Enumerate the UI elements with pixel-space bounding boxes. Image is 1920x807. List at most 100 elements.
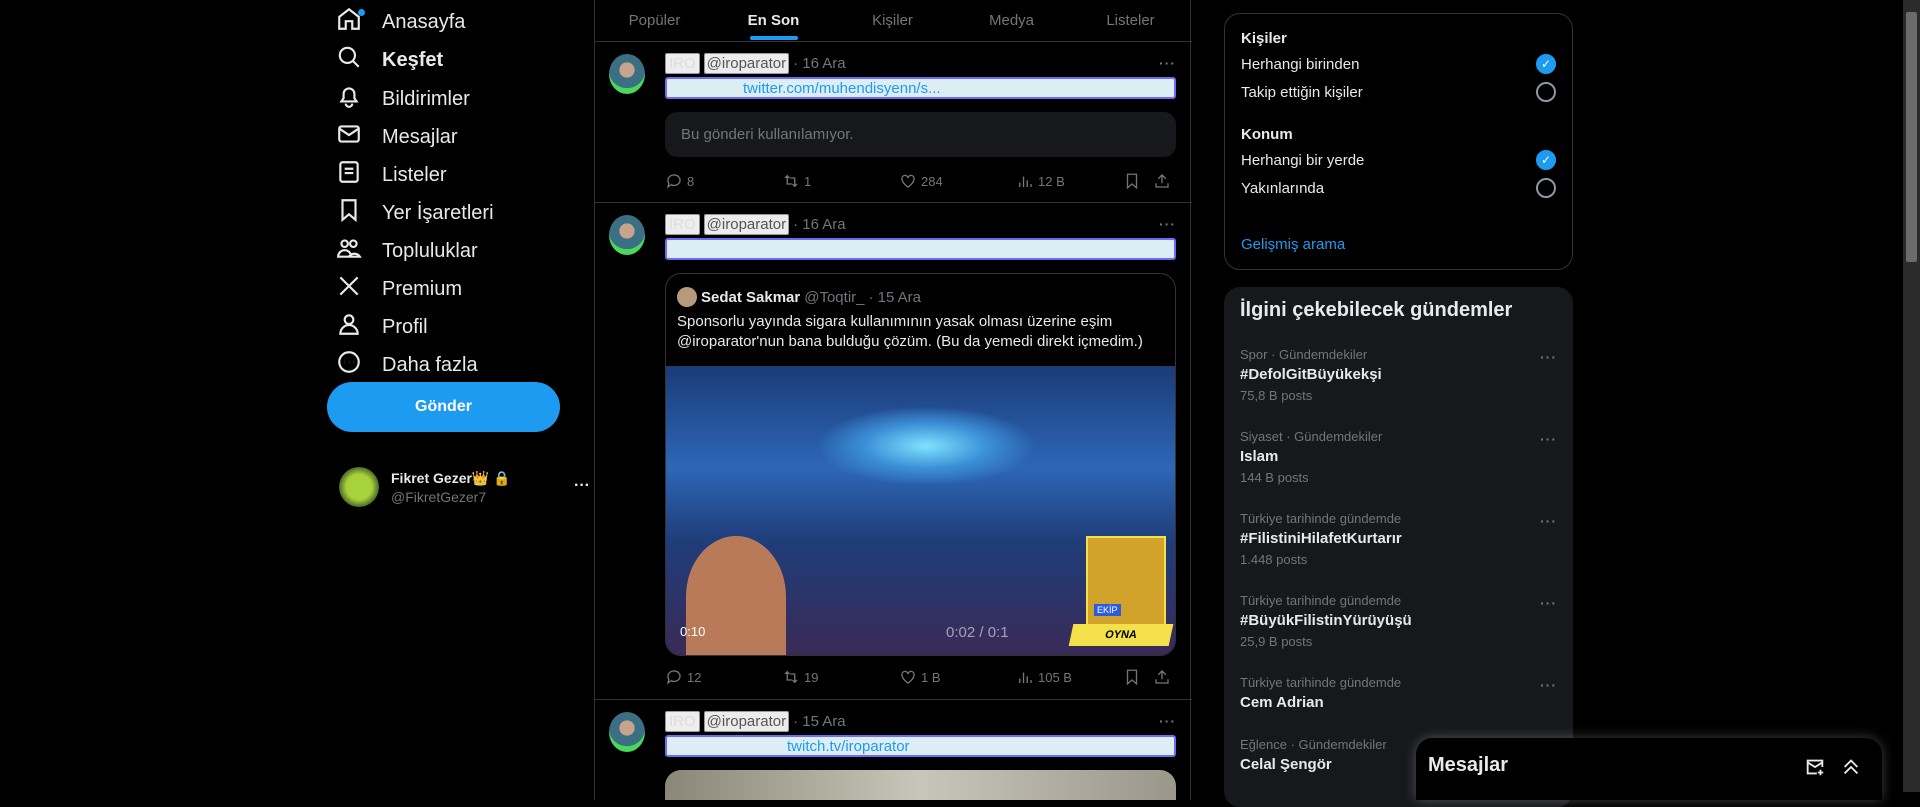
trend-item[interactable]: Türkiye tarihinde gündemde #FilistiniHila… <box>1240 511 1557 567</box>
tweet-image[interactable] <box>665 770 1176 800</box>
share-button[interactable] <box>1153 172 1171 190</box>
more-icon[interactable]: ··· <box>1159 55 1176 71</box>
filter-option[interactable]: Herhangi bir yerde ✓ <box>1241 150 1556 170</box>
filter-option[interactable]: Herhangi birinden ✓ <box>1241 54 1556 74</box>
account-switcher[interactable]: Fikret Gezer👑 🔒 @FikretGezer7 ··· <box>339 467 590 507</box>
nav-more[interactable]: Daha fazla <box>336 345 478 385</box>
heart-icon <box>901 174 915 188</box>
retweet-button[interactable]: 1 <box>782 172 899 190</box>
display-name[interactable]: IRO <box>665 53 700 74</box>
tab-latest[interactable]: En Son <box>714 0 833 40</box>
more-icon[interactable]: ··· <box>574 477 590 495</box>
filter-option[interactable]: Takip ettiğin kişiler <box>1241 82 1556 102</box>
more-icon[interactable]: ··· <box>1159 713 1176 729</box>
person-icon <box>336 311 362 343</box>
redacted-text <box>665 238 1176 260</box>
nav-label: Keşfet <box>382 48 444 71</box>
share-button[interactable] <box>1153 668 1171 686</box>
share-icon <box>1155 174 1169 188</box>
lock-icon: 🔒 <box>493 470 511 486</box>
bookmark-icon <box>1126 173 1138 190</box>
more-icon[interactable]: ··· <box>1540 349 1557 365</box>
nav-bookmarks[interactable]: Yer İşaretleri <box>336 193 494 233</box>
scrollbar-thumb[interactable] <box>1906 12 1917 262</box>
quoted-tweet[interactable]: Sedat Sakmar @Toqtir_ · 15 Ara Sponsorlu… <box>665 273 1176 656</box>
nav-communities[interactable]: Topluluklar <box>336 231 478 271</box>
handle[interactable]: @iroparator <box>703 53 790 74</box>
expand-icon[interactable] <box>1840 756 1862 778</box>
radio-checked-icon[interactable]: ✓ <box>1536 150 1556 170</box>
send-button[interactable]: Gönder <box>327 382 560 432</box>
trend-item[interactable]: Türkiye tarihinde gündemde Cem Adrian ··· <box>1240 675 1557 711</box>
nav-profile[interactable]: Profil <box>336 307 428 347</box>
tweet-link[interactable]: twitch.tv/iroparator <box>787 738 910 755</box>
date[interactable]: · 15 Ara <box>793 713 846 730</box>
bell-icon <box>336 83 362 115</box>
views-button[interactable]: 105 B <box>1016 668 1133 686</box>
more-icon[interactable]: ··· <box>1540 431 1557 447</box>
handle[interactable]: @iroparator <box>703 711 790 732</box>
trends-panel: İlgini çekebilecek gündemler Spor · Günd… <box>1224 287 1573 807</box>
more-icon[interactable]: ··· <box>1159 216 1176 232</box>
messages-drawer[interactable]: Mesajlar <box>1416 738 1882 800</box>
video-player[interactable]: EKİP OYNA 0:10 0:02 / 0:1 <box>666 366 1175 655</box>
like-button[interactable]: 284 <box>899 172 1016 190</box>
views-button[interactable]: 12 B <box>1016 172 1133 190</box>
filter-location-title: Konum <box>1241 126 1293 143</box>
bookmark-button[interactable] <box>1123 172 1141 190</box>
trend-item[interactable]: Spor · Gündemdekiler #DefolGitBüyükekşi 75… <box>1240 347 1557 403</box>
reply-button[interactable]: 8 <box>665 172 782 190</box>
avatar[interactable] <box>609 712 645 752</box>
display-name[interactable]: IRO <box>665 214 700 235</box>
avatar[interactable] <box>609 54 645 94</box>
avatar[interactable] <box>609 215 645 255</box>
account-name: Fikret Gezer👑 🔒 <box>391 470 511 486</box>
views-icon <box>1019 672 1032 683</box>
tab-media[interactable]: Medya <box>952 0 1071 40</box>
divider <box>595 202 1192 203</box>
tab-lists[interactable]: Listeler <box>1071 0 1190 40</box>
handle[interactable]: @iroparator <box>703 214 790 235</box>
radio-icon[interactable] <box>1536 82 1556 102</box>
trend-item[interactable]: Türkiye tarihinde gündemde #BüyükFilistin… <box>1240 593 1557 649</box>
divider <box>595 41 1192 42</box>
advanced-search-link[interactable]: Gelişmiş arama <box>1241 236 1345 253</box>
display-name[interactable]: IRO <box>665 711 700 732</box>
nav-label: Topluluklar <box>382 239 478 262</box>
more-icon[interactable]: ··· <box>1540 513 1557 529</box>
date[interactable]: · 16 Ara <box>793 55 846 72</box>
radio-icon[interactable] <box>1536 178 1556 198</box>
nav-label: Mesajlar <box>382 125 458 148</box>
tweet-link[interactable]: twitter.com/muhendisyenn/s... <box>743 80 941 97</box>
like-button[interactable]: 1 B <box>899 668 1016 686</box>
account-handle: @FikretGezer7 <box>391 489 487 505</box>
filter-option[interactable]: Yakınlarında <box>1241 178 1556 198</box>
nav-premium[interactable]: Premium <box>336 269 462 309</box>
filter-people-title: Kişiler <box>1241 30 1287 47</box>
quoted-text: Sponsorlu yayında sigara kullanımının ya… <box>677 313 1143 350</box>
trend-item[interactable]: Siyaset · Gündemdekiler Islam 144 B posts ·… <box>1240 429 1557 485</box>
scrollbar[interactable] <box>1903 0 1920 792</box>
more-icon[interactable]: ··· <box>1540 595 1557 611</box>
nav-notifications[interactable]: Bildirimler <box>336 79 470 119</box>
new-message-icon[interactable] <box>1804 756 1826 778</box>
tab-people[interactable]: Kişiler <box>833 0 952 40</box>
nav-label: Premium <box>382 277 463 300</box>
radio-checked-icon[interactable]: ✓ <box>1536 54 1556 74</box>
nav-label: Bildirimler <box>382 87 470 110</box>
nav-explore[interactable]: Keşfet <box>336 40 443 80</box>
nav-lists[interactable]: Listeler <box>336 155 446 195</box>
reply-icon <box>666 670 681 685</box>
nav-messages[interactable]: Mesajlar <box>336 117 458 157</box>
tab-popular[interactable]: Popüler <box>595 0 714 40</box>
search-icon <box>336 44 362 76</box>
retweet-button[interactable]: 19 <box>782 668 899 686</box>
messages-title: Mesajlar <box>1428 754 1509 776</box>
heart-icon <box>901 670 915 684</box>
bookmark-button[interactable] <box>1123 668 1141 686</box>
nav-home[interactable]: Anasayfa <box>336 2 465 42</box>
reply-button[interactable]: 12 <box>665 668 782 686</box>
nav-label: Anasayfa <box>382 10 466 33</box>
more-icon[interactable]: ··· <box>1540 677 1557 693</box>
date[interactable]: · 16 Ara <box>793 216 846 233</box>
